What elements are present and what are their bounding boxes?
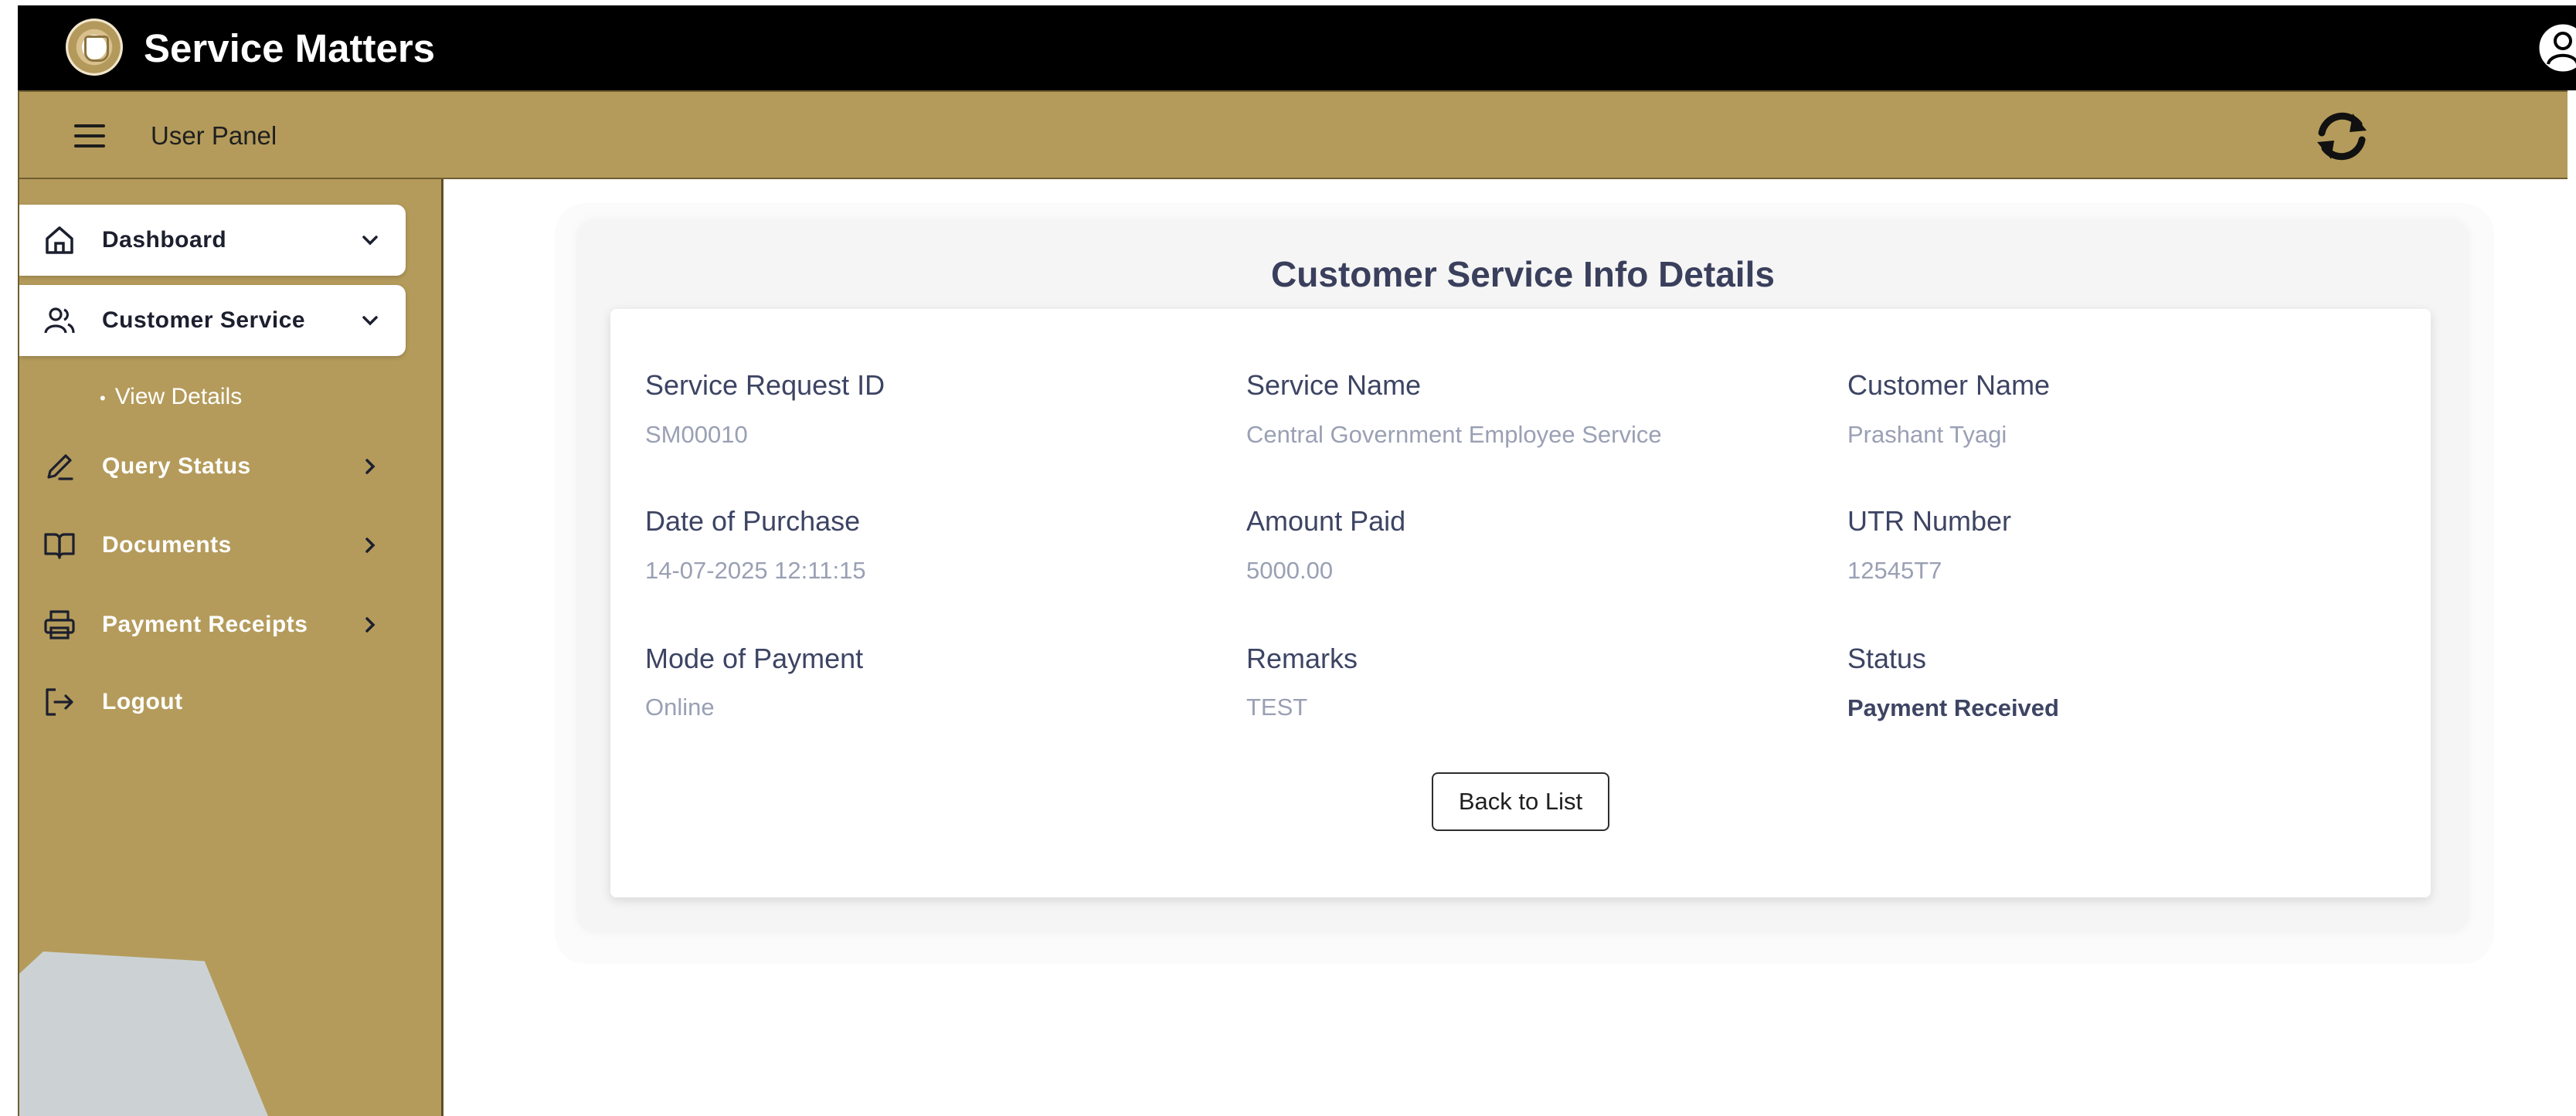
field-value-utr-number: 12545T7: [1847, 557, 1942, 584]
chevron-down-icon: [362, 316, 378, 326]
sub-header: User Panel: [18, 90, 2568, 179]
chevron-right-icon: [365, 459, 376, 474]
logout-icon: [46, 688, 73, 716]
sidebar-item-label: Customer Service: [102, 307, 306, 333]
field-label-service-request-id: Service Request ID: [645, 369, 885, 401]
field-value-service-request-id: SM00010: [645, 421, 748, 448]
hamburger-menu-icon[interactable]: [74, 124, 105, 148]
sidebar-subitem-view-details[interactable]: View Details: [100, 382, 243, 414]
home-icon: [46, 226, 73, 254]
field-label-date-of-purchase: Date of Purchase: [645, 505, 861, 537]
pen-icon: [47, 454, 73, 480]
field-value-amount-paid: 5000.00: [1246, 557, 1334, 584]
sidebar-item-logout[interactable]: Logout: [19, 667, 406, 738]
field-value-remarks: TEST: [1246, 694, 1308, 721]
field-label-utr-number: UTR Number: [1847, 505, 2012, 537]
field-label-mode-of-payment: Mode of Payment: [645, 643, 864, 674]
field-label-customer-name: Customer Name: [1847, 369, 2051, 401]
sidebar-item-label: Query Status: [102, 453, 251, 479]
field-value-date-of-purchase: 14-07-2025 12:11:15: [645, 557, 866, 584]
decorative-shape: [19, 951, 280, 1116]
field-value-customer-name: Prashant Tyagi: [1847, 421, 2007, 448]
field-label-remarks: Remarks: [1246, 643, 1358, 674]
printer-icon: [44, 610, 75, 639]
top-header: Service Matters: [18, 5, 2576, 90]
sidebar-item-dashboard[interactable]: Dashboard: [19, 205, 406, 276]
user-circle-icon[interactable]: [2538, 20, 2576, 76]
page-title: Customer Service Info Details: [1271, 254, 1775, 294]
chevron-right-icon: [365, 617, 376, 633]
chevron-right-icon: [365, 538, 376, 553]
brand-title: Service Matters: [144, 26, 436, 70]
sidebar-item-label: Dashboard: [102, 227, 227, 253]
users-icon: [44, 307, 75, 334]
back-to-list-button[interactable]: Back to List: [1432, 772, 1609, 831]
sidebar-item-documents[interactable]: Documents: [19, 510, 406, 581]
sidebar-item-customer-service[interactable]: Customer Service: [19, 285, 406, 356]
field-value-mode-of-payment: Online: [645, 694, 715, 721]
refresh-icon[interactable]: [2311, 107, 2373, 165]
status-badge: Payment Received: [1847, 694, 2059, 721]
field-value-service-name: Central Government Employee Service: [1246, 421, 1662, 448]
panel-label: User Panel: [151, 121, 277, 150]
emblem-logo-icon: [66, 19, 123, 76]
field-label-amount-paid: Amount Paid: [1246, 505, 1406, 537]
sidebar: Dashboard Customer Service View Details …: [18, 179, 443, 1116]
sidebar-item-label: Payment Receipts: [102, 612, 308, 637]
field-label-service-name: Service Name: [1246, 369, 1422, 401]
sidebar-item-label: Documents: [102, 532, 232, 558]
sidebar-item-payment-receipts[interactable]: Payment Receipts: [19, 589, 406, 660]
sidebar-item-label: Logout: [102, 689, 183, 714]
field-label-status: Status: [1847, 643, 1927, 674]
chevron-down-icon: [362, 236, 378, 246]
book-open-icon: [44, 533, 75, 559]
sidebar-item-query-status[interactable]: Query Status: [19, 431, 406, 502]
